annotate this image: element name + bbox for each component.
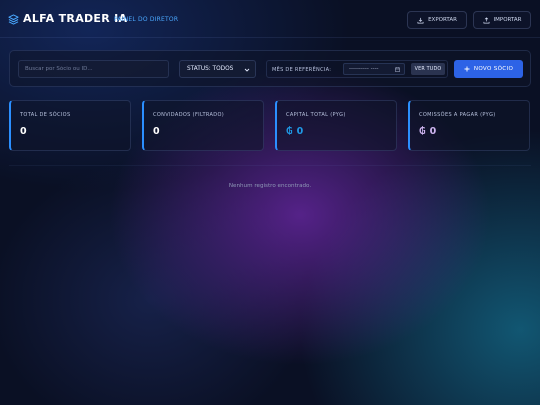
- empty-state-message: Nenhum registro encontrado.: [228, 183, 312, 189]
- new-partner-label: NOVO SÓCIO: [473, 66, 514, 72]
- stat-label: CONVIDADOS (FILTRADO): [153, 112, 225, 118]
- filter-toolbar: STATUS: TODOS MÊS DE REFERÊNCIA: -------…: [9, 50, 531, 87]
- export-button[interactable]: EXPORTAR: [407, 11, 467, 29]
- stat-number: 0: [20, 126, 27, 137]
- see-all-button[interactable]: VER TUDO: [411, 63, 445, 75]
- calendar-icon[interactable]: [395, 67, 400, 72]
- stat-number: 0: [296, 126, 304, 137]
- stat-card-total-partners: TOTAL DE SÓCIOS 0: [9, 100, 131, 151]
- app-brand: ALFA TRADER IA: [23, 12, 128, 25]
- import-button[interactable]: IMPORTAR: [473, 11, 531, 29]
- import-label: IMPORTAR: [493, 17, 522, 23]
- stat-card-total-capital: CAPITAL TOTAL (PYG) ₲ 0: [275, 100, 397, 151]
- stat-number: 0: [153, 126, 160, 137]
- month-input-value: ---------- ----: [349, 66, 379, 72]
- plus-icon: [464, 66, 470, 72]
- stat-value: 0: [153, 126, 160, 137]
- stat-label: TOTAL DE SÓCIOS: [20, 112, 71, 118]
- download-icon: [417, 17, 424, 23]
- guarani-currency-icon: ₲: [419, 126, 426, 137]
- stat-card-invited: CONVIDADOS (FILTRADO) 0: [142, 100, 264, 151]
- stat-card-commissions: COMISSÕES A PAGAR (PYG) ₲ 0: [408, 100, 530, 151]
- top-header: ALFA TRADER IA PAINEL DO DIRETOR EXPORTA…: [0, 0, 540, 38]
- status-select-value: STATUS: TODOS: [187, 66, 234, 72]
- chevron-down-icon: [244, 68, 250, 72]
- guarani-currency-icon: ₲: [286, 126, 293, 137]
- status-select[interactable]: STATUS: TODOS: [179, 60, 256, 78]
- month-input[interactable]: ---------- ----: [343, 63, 405, 75]
- stat-label: CAPITAL TOTAL (PYG): [286, 112, 346, 118]
- search-input[interactable]: [18, 60, 169, 78]
- layers-logo-icon: [8, 14, 19, 25]
- export-label: EXPORTAR: [428, 17, 457, 23]
- month-label: MÊS DE REFERÊNCIA:: [272, 67, 332, 73]
- stat-value: ₲ 0: [286, 126, 303, 137]
- stat-value: 0: [20, 126, 27, 137]
- stat-label: COMISSÕES A PAGAR (PYG): [419, 112, 496, 118]
- stat-value: ₲ 0: [419, 126, 436, 137]
- month-filter: MÊS DE REFERÊNCIA: ---------- ---- VER T…: [266, 60, 448, 78]
- results-area: Nenhum registro encontrado.: [9, 165, 531, 204]
- page-subtitle: PAINEL DO DIRETOR: [114, 16, 179, 23]
- new-partner-button[interactable]: NOVO SÓCIO: [454, 60, 523, 78]
- stat-number: 0: [429, 126, 437, 137]
- upload-icon: [483, 16, 489, 23]
